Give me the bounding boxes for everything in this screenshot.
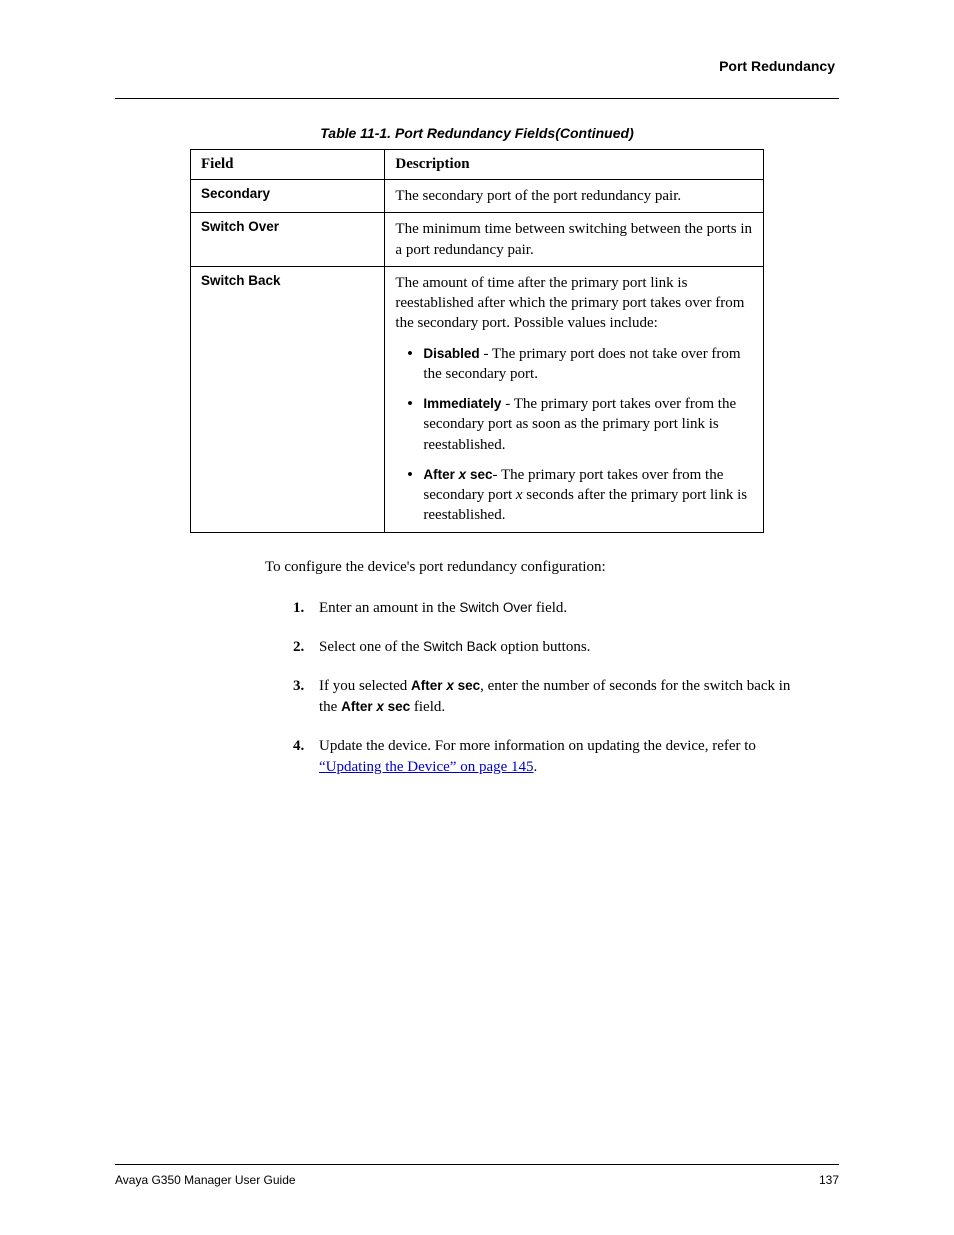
step-bold-ital: x — [446, 678, 454, 693]
col-field: Field — [191, 150, 385, 180]
list-item: Disabled - The primary port does not tak… — [423, 344, 753, 385]
step-2: 2. Select one of the Switch Back option b… — [293, 637, 799, 658]
footer-left: Avaya G350 Manager User Guide — [115, 1173, 296, 1187]
bullet-dash: - — [501, 396, 513, 412]
bullet-dash: - — [480, 346, 492, 362]
bullet-text-ital: x — [516, 487, 523, 503]
field-switch-back: Switch Back — [191, 266, 385, 532]
list-item: Immediately - The primary port takes ove… — [423, 394, 753, 455]
step-number: 4. — [293, 736, 304, 757]
bullet-label-pre: After — [423, 467, 458, 482]
step-post: field. — [410, 699, 445, 715]
step-pre: Select one of the — [319, 639, 423, 655]
switch-back-intro: The amount of time after the primary por… — [395, 275, 744, 332]
bullet-label-post: sec — [466, 467, 492, 482]
step-bold-pre: After — [411, 678, 446, 693]
table-row: Secondary The secondary port of the port… — [191, 180, 764, 213]
step-number: 2. — [293, 637, 304, 658]
desc-switch-over: The minimum time between switching betwe… — [385, 213, 764, 267]
step-term: Switch Back — [423, 639, 497, 654]
steps-list: 1. Enter an amount in the Switch Over fie… — [293, 598, 839, 778]
page-footer: Avaya G350 Manager User Guide 137 — [115, 1164, 839, 1187]
switch-back-list: Disabled - The primary port does not tak… — [395, 344, 753, 526]
page-header: Port Redundancy — [115, 58, 839, 99]
update-device-link[interactable]: “Updating the Device” on page 145 — [319, 759, 534, 775]
step-bold2-ital: x — [376, 699, 384, 714]
col-description: Description — [385, 150, 764, 180]
field-secondary: Secondary — [191, 180, 385, 213]
desc-switch-back: The amount of time after the primary por… — [385, 266, 764, 532]
step-pre: If you selected — [319, 678, 411, 694]
bullet-label: Immediately — [423, 396, 501, 411]
step-1: 1. Enter an amount in the Switch Over fie… — [293, 598, 799, 619]
step-bold-post: sec — [454, 678, 480, 693]
redundancy-table: Field Description Secondary The secondar… — [190, 149, 764, 533]
step-pre: Update the device. For more information … — [319, 738, 756, 754]
table-row: Switch Over The minimum time between swi… — [191, 213, 764, 267]
table-caption: Table 11-1. Port Redundancy Fields(Conti… — [115, 125, 839, 141]
step-post: option buttons. — [497, 639, 591, 655]
step-number: 1. — [293, 598, 304, 619]
step-3: 3.If you selected After x sec, enter the… — [293, 676, 799, 718]
footer-right: 137 — [819, 1173, 839, 1187]
table-row: Switch Back The amount of time after the… — [191, 266, 764, 532]
list-item: After x sec- The primary port takes over… — [423, 465, 753, 526]
field-switch-over: Switch Over — [191, 213, 385, 267]
config-intro: To configure the device's port redundanc… — [265, 559, 839, 576]
step-pre: Enter an amount in the — [319, 600, 459, 616]
header-title: Port Redundancy — [719, 58, 835, 74]
step-term: Switch Over — [459, 600, 532, 615]
desc-secondary: The secondary port of the port redundanc… — [385, 180, 764, 213]
table-header-row: Field Description — [191, 150, 764, 180]
page-content: Table 11-1. Port Redundancy Fields(Conti… — [115, 99, 839, 778]
step-4: 4. Update the device. For more informatio… — [293, 736, 799, 778]
step-bold2-pre: After — [341, 699, 376, 714]
step-post: . — [534, 759, 538, 775]
bullet-dash: - — [492, 467, 500, 483]
step-number: 3. — [293, 676, 304, 697]
step-post: field. — [532, 600, 567, 616]
step-bold2-post: sec — [384, 699, 410, 714]
bullet-label: Disabled — [423, 346, 479, 361]
